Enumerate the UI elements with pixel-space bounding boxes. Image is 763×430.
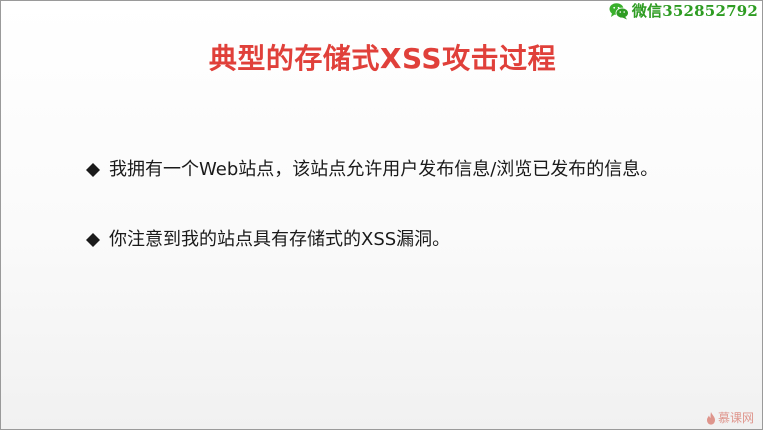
- bullet-item: 我拥有一个Web站点，该站点允许用户发布信息/浏览已发布的信息。: [85, 157, 705, 183]
- bullet-text: 我拥有一个Web站点，该站点允许用户发布信息/浏览已发布的信息。: [109, 159, 659, 180]
- bullet-list: 我拥有一个Web站点，该站点允许用户发布信息/浏览已发布的信息。 你注意到我的站…: [85, 157, 705, 253]
- diamond-bullet-icon: [86, 233, 100, 247]
- wechat-id-text: 微信352852792: [631, 2, 758, 20]
- slide-title: 典型的存储式XSS攻击过程: [208, 42, 557, 75]
- bullet-item: 你注意到我的站点具有存储式的XSS漏洞。: [85, 227, 705, 253]
- flame-icon: [706, 411, 715, 425]
- wechat-watermark: 微信352852792: [606, 2, 760, 20]
- imooc-text: 慕课网: [717, 411, 754, 425]
- diamond-bullet-icon: [86, 163, 100, 177]
- imooc-watermark: 慕课网: [706, 411, 754, 425]
- wechat-icon: [609, 3, 629, 20]
- slide: 微信352852792 典型的存储式XSS攻击过程 我拥有一个Web站点，该站点…: [0, 0, 763, 430]
- bullet-text: 你注意到我的站点具有存储式的XSS漏洞。: [109, 229, 451, 250]
